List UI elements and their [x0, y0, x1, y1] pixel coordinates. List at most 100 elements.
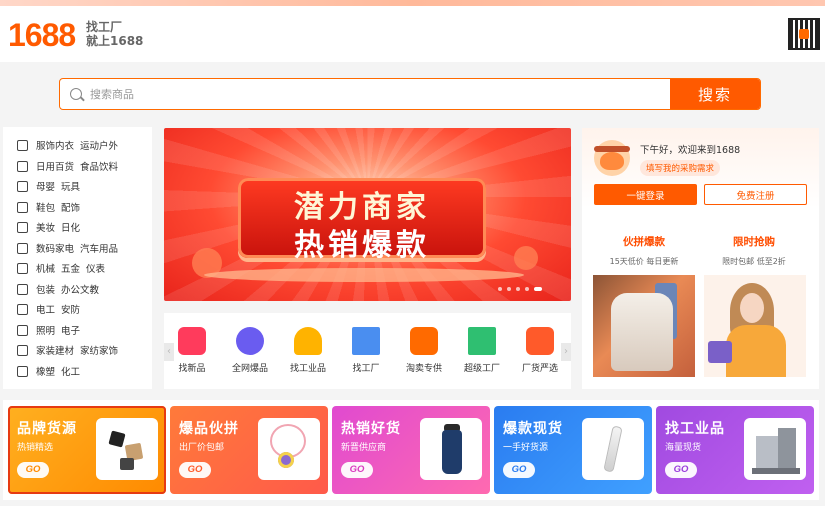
category-row: 服饰内衣 运动户外: [17, 135, 124, 155]
dress-shape: [726, 325, 786, 377]
category-link[interactable]: 包装: [36, 282, 55, 296]
pager-dot[interactable]: [516, 287, 520, 291]
category-link[interactable]: 电子: [61, 323, 80, 337]
card-title: 找工业品: [665, 421, 725, 437]
category-row: 母婴 玩具: [17, 176, 86, 196]
card-subtitle: 出厂价包邮: [179, 443, 225, 453]
category-link[interactable]: 五金: [61, 261, 80, 275]
category-link[interactable]: 食品饮料: [80, 159, 118, 173]
go-button[interactable]: GO: [503, 462, 535, 478]
register-button[interactable]: 免费注册: [704, 184, 807, 205]
product-shape: [756, 436, 778, 470]
product-shape: [278, 452, 294, 468]
search-input[interactable]: [90, 79, 690, 109]
go-button[interactable]: GO: [17, 462, 49, 478]
pager-dot[interactable]: [525, 287, 529, 291]
product-shape: [603, 425, 623, 473]
quick-nav-item[interactable]: 全网爆品: [220, 327, 280, 374]
gear-icon: [17, 262, 28, 274]
category-link[interactable]: 仪表: [86, 261, 105, 275]
category-link[interactable]: 家纺家饰: [80, 343, 118, 357]
quick-nav-label: 找新品: [178, 364, 206, 374]
quick-nav-item[interactable]: 厂货严选: [510, 327, 570, 374]
category-link[interactable]: 安防: [61, 302, 80, 316]
electric-icon: [17, 303, 28, 315]
card-title: 品牌货源: [17, 421, 77, 437]
category-link[interactable]: 数码家电: [36, 241, 74, 255]
quick-nav-item[interactable]: 找新品: [162, 327, 222, 374]
card-title: 热销好货: [341, 421, 401, 437]
pager-dot[interactable]: [507, 287, 511, 291]
category-row: 美妆 日化: [17, 217, 86, 237]
promo-title[interactable]: 伙拼爆款: [594, 234, 694, 249]
pager-dot-active[interactable]: [534, 287, 542, 291]
product-shape: [108, 430, 126, 448]
category-link[interactable]: 配饰: [61, 200, 80, 214]
product-thumbnail: [258, 418, 320, 480]
hero-banner[interactable]: 潜力商家 热销爆款: [164, 128, 571, 301]
login-button[interactable]: 一键登录: [594, 184, 697, 205]
category-panel: 服饰内衣 运动户外 日用百货 食品饮料 母婴 玩具 鞋包 配饰 美妆 日化 数码…: [3, 127, 152, 389]
category-link[interactable]: 运动户外: [80, 138, 118, 152]
category-link[interactable]: 橡塑: [36, 364, 55, 378]
quick-nav-item[interactable]: 超级工厂: [452, 327, 512, 374]
category-row: 鞋包 配饰: [17, 197, 86, 217]
banner-stage: [204, 268, 524, 282]
category-link[interactable]: 鞋包: [36, 200, 55, 214]
category-link[interactable]: 玩具: [61, 179, 80, 193]
buildings-icon: [468, 327, 496, 355]
qr-code-icon[interactable]: [788, 18, 820, 50]
quick-nav-item[interactable]: 淘卖专供: [394, 327, 454, 374]
header: 1688 找工厂 就上1688: [0, 6, 825, 62]
channel-card[interactable]: 找工业品 海量现货 GO: [656, 406, 814, 494]
category-link[interactable]: 机械: [36, 261, 55, 275]
helmet-icon: [294, 327, 322, 355]
promo-subtitle: 15天低价 每日更新: [609, 257, 679, 266]
search-bar: 搜索: [59, 78, 761, 110]
quick-nav-label: 淘卖专供: [405, 364, 442, 374]
category-link[interactable]: 服饰内衣: [36, 138, 74, 152]
category-link[interactable]: 日化: [61, 220, 80, 234]
go-button[interactable]: GO: [665, 462, 697, 478]
card-title: 爆款现货: [503, 421, 563, 437]
promo-title[interactable]: 限时抢购: [704, 234, 804, 249]
product-shape: [442, 430, 462, 474]
slogan: 找工厂 就上1688: [86, 20, 143, 48]
channel-card[interactable]: 爆品伙拼 出厂价包邮 GO: [170, 406, 328, 494]
jacket-product-image[interactable]: [593, 275, 695, 377]
product-thumbnail: [420, 418, 482, 480]
pager-dot[interactable]: [498, 287, 502, 291]
category-link[interactable]: 化工: [61, 364, 80, 378]
model-product-image[interactable]: [704, 275, 806, 377]
banner-pager: [498, 287, 542, 291]
category-link[interactable]: 办公文教: [61, 282, 99, 296]
logo[interactable]: 1688: [8, 18, 76, 52]
quick-nav-item[interactable]: 找工厂: [336, 327, 396, 374]
category-row: 数码家电 汽车用品: [17, 238, 124, 258]
category-link[interactable]: 汽车用品: [80, 241, 118, 255]
search-button[interactable]: 搜索: [670, 79, 760, 109]
category-link[interactable]: 家装建材: [36, 343, 74, 357]
quick-nav-item[interactable]: 找工业品: [278, 327, 338, 374]
card-subtitle: 热销精选: [17, 443, 54, 453]
go-button[interactable]: GO: [341, 462, 373, 478]
product-thumbnail: [744, 418, 806, 480]
plane-icon: [236, 327, 264, 355]
quick-nav-label: 厂货严选: [521, 364, 558, 374]
go-button[interactable]: GO: [179, 462, 211, 478]
category-link[interactable]: 母婴: [36, 179, 55, 193]
category-link[interactable]: 日用百货: [36, 159, 74, 173]
basket-icon: [17, 160, 28, 172]
channel-card[interactable]: 爆款现货 一手好货源 GO: [494, 406, 652, 494]
channel-card[interactable]: 热销好货 新晋供应商 GO: [332, 406, 490, 494]
banner-title-line-2: 热销爆款: [294, 228, 430, 263]
category-link[interactable]: 电工: [36, 302, 55, 316]
lightbulb-icon: [17, 324, 28, 336]
category-link[interactable]: 美妆: [36, 220, 55, 234]
factory-icon: [352, 327, 380, 355]
purchase-demand-link[interactable]: 填写我的采购需求: [640, 160, 721, 176]
category-link[interactable]: 照明: [36, 323, 55, 337]
channel-card[interactable]: 品牌货源 热销精选 GO: [8, 406, 166, 494]
cosmetics-icon: [17, 221, 28, 233]
quick-nav-label: 找工业品: [289, 364, 326, 374]
